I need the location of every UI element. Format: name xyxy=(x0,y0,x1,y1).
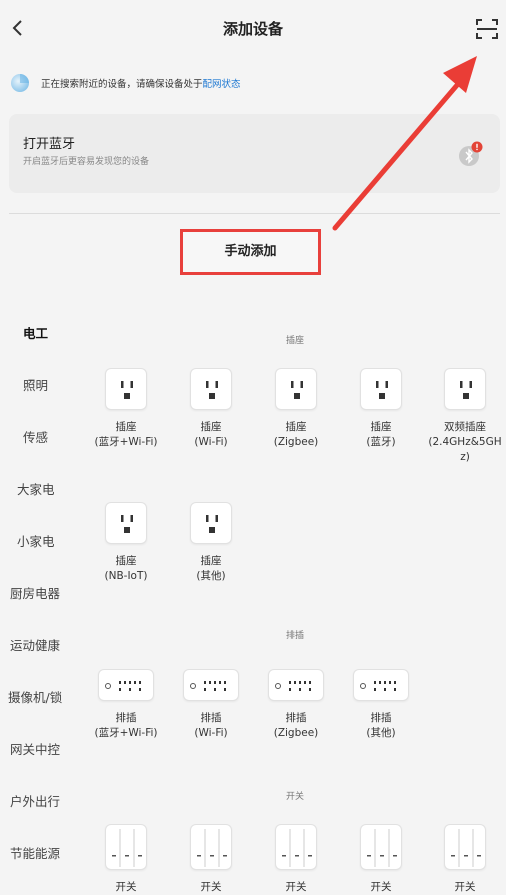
switch-icon xyxy=(444,824,486,870)
bluetooth-icon[interactable] xyxy=(458,141,484,167)
manual-add-button[interactable]: 手动添加 xyxy=(180,229,321,275)
switch-icon xyxy=(360,824,402,870)
device-socket-wifi[interactable]: 插座 (Wi-Fi) xyxy=(170,368,252,450)
switch-icon xyxy=(275,824,317,870)
device-label: 排插 (Wi-Fi) xyxy=(194,712,228,739)
power-strip-icon xyxy=(268,669,324,701)
pairing-mode-link[interactable]: 配网状态 xyxy=(203,79,241,90)
socket-icon xyxy=(444,368,486,410)
search-status: 正在搜索附近的设备，请确保设备处于配网状态 xyxy=(10,72,490,96)
bluetooth-title: 打开蓝牙 xyxy=(23,137,76,152)
category-kitchen[interactable]: 厨房电器 xyxy=(10,583,60,602)
device-label: 开关 xyxy=(285,881,307,893)
device-strip-zigbee[interactable]: 排插 (Zigbee) xyxy=(255,669,337,741)
category-gateway[interactable]: 网关中控 xyxy=(10,739,60,758)
socket-icon xyxy=(275,368,317,410)
search-status-message: 正在搜索附近的设备，请确保设备处于 xyxy=(41,79,203,90)
device-label: 排插 (其他) xyxy=(366,712,396,739)
device-switch-4[interactable]: 开关 xyxy=(340,824,422,895)
device-strip-bt-wifi[interactable]: 排插 (蓝牙+Wi-Fi) xyxy=(85,669,167,741)
section-title-socket: 插座 xyxy=(285,336,304,346)
device-strip-wifi[interactable]: 排插 (Wi-Fi) xyxy=(170,669,252,741)
device-socket-bt-wifi[interactable]: 插座 (蓝牙+Wi-Fi) xyxy=(85,368,167,450)
device-switch-2[interactable]: 开关 xyxy=(170,824,252,895)
socket-icon xyxy=(105,502,147,544)
device-strip-other[interactable]: 排插 (其他) xyxy=(340,669,422,741)
category-sensor[interactable]: 传感 xyxy=(23,427,48,446)
category-sports-health[interactable]: 运动健康 xyxy=(10,635,60,654)
device-label: 插座 (蓝牙) xyxy=(366,421,396,448)
searching-icon xyxy=(11,74,29,92)
device-label: 插座 (Wi-Fi) xyxy=(194,421,228,448)
device-switch-3[interactable]: 开关 xyxy=(255,824,337,895)
device-label: 开关 xyxy=(454,881,476,893)
header-bar: 添加设备 xyxy=(0,0,506,58)
scan-icon xyxy=(476,19,498,39)
switch-icon xyxy=(105,824,147,870)
device-label: 双频插座 (2.4GHz&5GH z) xyxy=(428,421,502,463)
device-socket-zigbee[interactable]: 插座 (Zigbee) xyxy=(255,368,337,450)
category-electrical[interactable]: 电工 xyxy=(23,323,48,342)
category-lighting[interactable]: 照明 xyxy=(23,375,48,394)
device-label: 插座 (Zigbee) xyxy=(273,421,319,448)
device-label: 开关 xyxy=(200,881,222,893)
device-switch-1[interactable]: 开关 xyxy=(85,824,167,895)
search-status-text: 正在搜索附近的设备，请确保设备处于配网状态 xyxy=(41,76,241,90)
device-label: 排插 (Zigbee) xyxy=(273,712,319,739)
section-title-switch: 开关 xyxy=(285,792,304,802)
socket-icon xyxy=(190,368,232,410)
device-label: 插座 (蓝牙+Wi-Fi) xyxy=(94,421,158,448)
device-label: 开关 xyxy=(370,881,392,893)
page-title: 添加设备 xyxy=(222,20,283,38)
socket-icon xyxy=(190,502,232,544)
device-socket-nb-iot[interactable]: 插座 (NB-IoT) xyxy=(85,502,167,584)
socket-icon xyxy=(360,368,402,410)
scan-button[interactable] xyxy=(474,16,500,42)
socket-icon xyxy=(105,368,147,410)
category-outdoor[interactable]: 户外出行 xyxy=(10,791,60,810)
category-camera-lock[interactable]: 摄像机/锁 xyxy=(8,687,62,706)
section-title-strip: 排插 xyxy=(285,631,304,641)
bluetooth-card[interactable]: 打开蓝牙 开启蓝牙后更容易发现您的设备 xyxy=(9,114,500,193)
device-switch-5[interactable]: 开关 xyxy=(424,824,506,895)
device-socket-bt[interactable]: 插座 (蓝牙) xyxy=(340,368,422,450)
category-small-appliance[interactable]: 小家电 xyxy=(17,531,55,550)
device-label: 插座 (NB-IoT) xyxy=(104,555,148,582)
device-label: 排插 (蓝牙+Wi-Fi) xyxy=(94,712,158,739)
power-strip-icon xyxy=(183,669,239,701)
category-energy[interactable]: 节能能源 xyxy=(10,843,60,862)
power-strip-icon xyxy=(353,669,409,701)
power-strip-icon xyxy=(98,669,154,701)
divider xyxy=(9,213,500,214)
device-socket-dual-band[interactable]: 双频插座 (2.4GHz&5GH z) xyxy=(424,368,506,465)
switch-icon xyxy=(190,824,232,870)
device-label: 插座 (其他) xyxy=(196,555,226,582)
device-socket-other[interactable]: 插座 (其他) xyxy=(170,502,252,584)
bluetooth-subtitle: 开启蓝牙后更容易发现您的设备 xyxy=(23,157,150,167)
category-large-appliance[interactable]: 大家电 xyxy=(17,479,55,498)
device-label: 开关 xyxy=(115,881,137,893)
